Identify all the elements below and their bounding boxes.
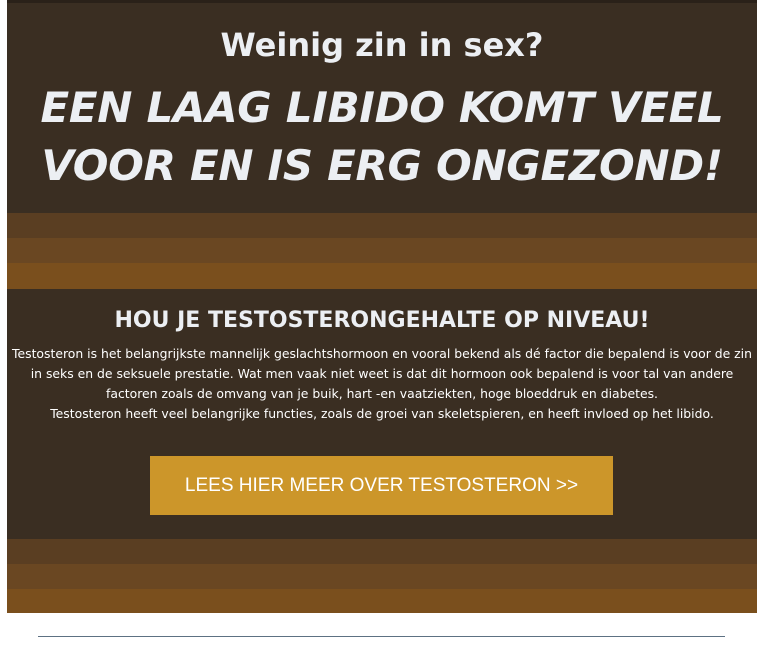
section-heading: HOU JE TESTOSTERONGEHALTE OP NIVEAU! bbox=[114, 308, 650, 333]
decorative-stripe bbox=[7, 263, 757, 289]
page: Weinig zin in sex? EEN LAAG LIBIDO KOMT … bbox=[0, 0, 764, 650]
hero-title: EEN LAAG LIBIDO KOMT VEEL VOOR EN IS ERG… bbox=[7, 79, 757, 195]
body-paragraph-1: Testosteron is het belangrijkste manneli… bbox=[12, 346, 752, 401]
decorative-stripe bbox=[7, 564, 757, 589]
divider bbox=[38, 636, 725, 637]
decorative-stripe bbox=[7, 238, 757, 263]
body-paragraph-2: Testosteron heeft veel belangrijke funct… bbox=[50, 406, 714, 421]
hero-title-line-1: EEN LAAG LIBIDO KOMT VEEL bbox=[40, 83, 724, 132]
decorative-stripe bbox=[7, 213, 757, 238]
body-text: Testosteron is het belangrijkste manneli… bbox=[11, 344, 753, 424]
decorative-stripe bbox=[7, 539, 757, 564]
hero-subtitle: Weinig zin in sex? bbox=[220, 26, 544, 64]
promo-banner: Weinig zin in sex? EEN LAAG LIBIDO KOMT … bbox=[7, 0, 757, 613]
hero-title-line-2: VOOR EN IS ERG ONGEZOND! bbox=[41, 141, 723, 190]
read-more-button[interactable]: LEES HIER MEER OVER TESTOSTERON >> bbox=[150, 456, 613, 515]
decorative-stripe bbox=[7, 589, 757, 613]
